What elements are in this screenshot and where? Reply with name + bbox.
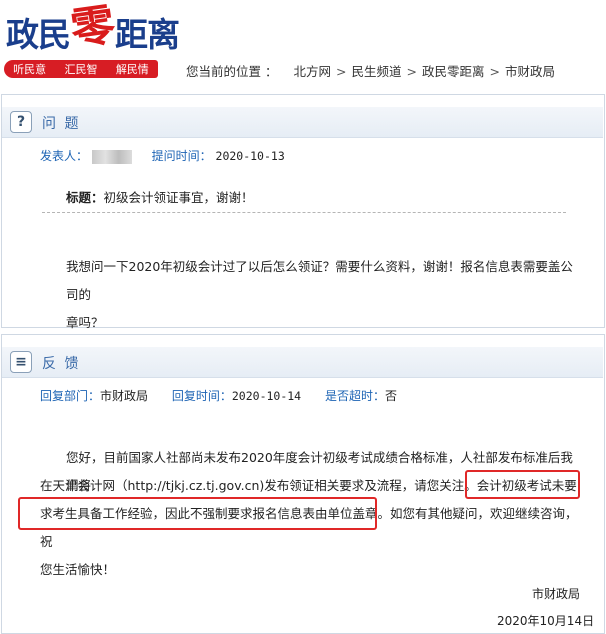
reply-dept-label: 回复部门： (40, 389, 101, 403)
chat-bubble-icon: ≡ (10, 351, 32, 373)
highlight-box (465, 470, 580, 499)
divider (42, 212, 566, 213)
slogan-item: 解民情 (115, 63, 149, 76)
logo-highlight: 零 (67, 0, 118, 56)
reply-section-bar: ≡ 反 馈 (2, 347, 603, 378)
reply-meta-row: 回复部门：市财政局 回复时间：2020-10-14 是否超时：否 (40, 387, 397, 404)
question-body-line: 我想问一下2020年初级会计过了以后怎么领证？需要什么资料，谢谢！报名信息表需要… (66, 259, 573, 302)
slogan-item: 汇民智 (64, 63, 98, 76)
question-section-title: 问 题 (42, 116, 81, 132)
logo-prefix: 政民 (6, 15, 71, 54)
overdue-value: 否 (384, 389, 397, 403)
breadcrumb: 您当前的位置 ： 北方网 > 民生频道 > 政民零距离 > 市财政局 (186, 61, 555, 80)
topic-label: 标题： (66, 190, 104, 205)
slogan-item: 听民意 (13, 63, 47, 76)
breadcrumb-current: 市财政局 (504, 64, 555, 79)
ask-time-value: 2020-10-13 (215, 149, 285, 163)
question-topic: 标题：初级会计领证事宜，谢谢！ (66, 187, 254, 206)
topic-value: 初级会计领证事宜，谢谢！ (103, 190, 254, 205)
reply-body-line: 您生活愉快！ (40, 562, 116, 577)
reply-time-value: 2020-10-14 (231, 389, 302, 403)
breadcrumb-separator: > (489, 64, 500, 79)
slogan-bar: 听民意 汇民智 解民情 (4, 60, 158, 78)
breadcrumb-link-zhengmin[interactable]: 政民零距离 (422, 64, 485, 79)
breadcrumb-link-minsheng[interactable]: 民生频道 (351, 64, 401, 79)
reply-section-title: 反 馈 (42, 356, 81, 372)
highlight-box (18, 497, 377, 530)
question-icon: ? (10, 111, 32, 133)
author-name-redacted (91, 149, 132, 164)
reply-time-label: 回复时间： (171, 389, 232, 403)
overdue-label: 是否超时： (324, 389, 385, 403)
reply-dept-value: 市财政局 (100, 389, 149, 403)
breadcrumb-separator: > (335, 64, 347, 79)
author-label: 发表人： (40, 149, 89, 163)
question-body: 我想问一下2020年初级会计过了以后怎么领证？需要什么资料，谢谢！报名信息表需要… (66, 253, 582, 337)
site-logo[interactable]: 政民零距离 (6, 0, 180, 56)
logo-suffix: 距离 (115, 15, 180, 54)
reply-date: 2020年10月14日 (497, 614, 595, 628)
ask-time-label: 提问时间： (151, 149, 212, 163)
question-meta-row: 发表人： 提问时间： 2020-10-13 (40, 147, 285, 164)
breadcrumb-label: 您当前的位置 ： (186, 64, 278, 79)
reply-signature: 市财政局 (532, 587, 581, 601)
breadcrumb-link-beifang[interactable]: 北方网 (293, 64, 331, 79)
breadcrumb-separator: > (406, 64, 417, 79)
question-section-bar: ? 问 题 (2, 107, 603, 138)
site-header: 政民零距离 听民意 汇民智 解民情 您当前的位置 ： 北方网 > 民生频道 > 政民零距… (0, 0, 606, 86)
question-body-line: 章吗？ (66, 315, 104, 330)
